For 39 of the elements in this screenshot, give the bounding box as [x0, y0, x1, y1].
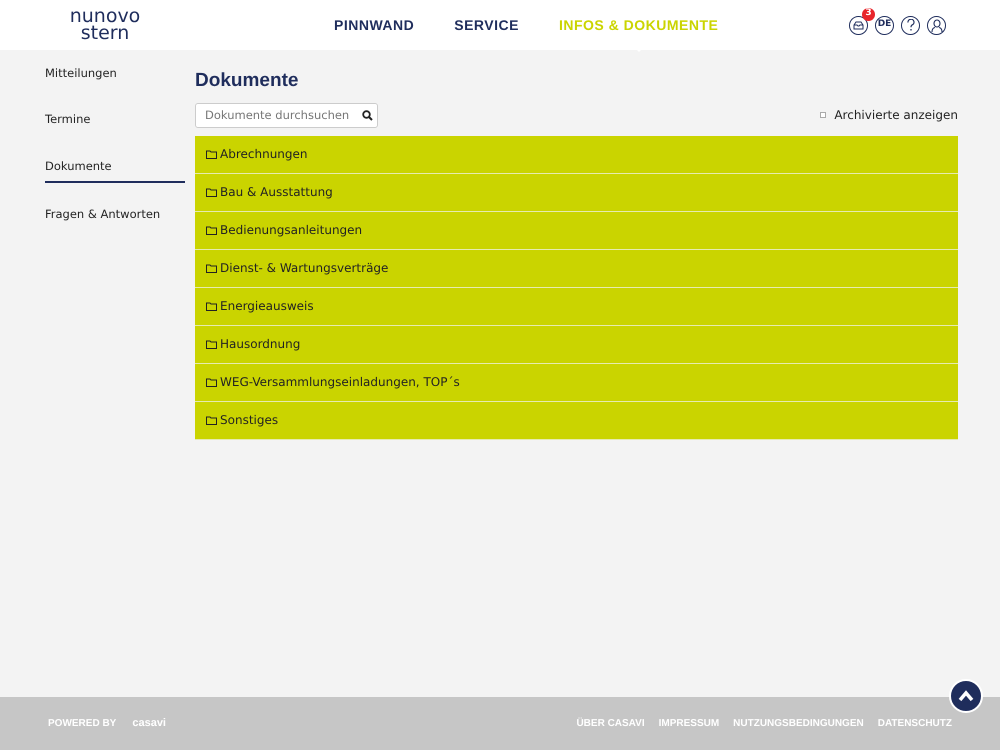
folder-icon — [206, 416, 217, 425]
powered-by-text: POWERED BY — [48, 717, 116, 731]
folder-icon — [206, 340, 217, 349]
sidebar-item[interactable]: Fragen & Antworten — [45, 206, 185, 229]
logo: nunovo stern — [68, 8, 142, 42]
language-button[interactable]: DE — [875, 16, 894, 34]
folder-row[interactable]: Hausordnung — [195, 326, 958, 364]
folder-icon — [206, 226, 217, 235]
folder-icon — [206, 302, 217, 311]
tray-icon — [853, 20, 864, 30]
folder-row[interactable]: WEG-Versammlungseinladungen, TOP´s — [195, 364, 958, 402]
sidebar-item[interactable]: Dokumente — [45, 158, 185, 183]
folder-row[interactable]: Abrechnungen — [195, 136, 958, 174]
question-mark-icon — [906, 19, 914, 31]
page-title: Dokumente — [195, 70, 300, 93]
folder-icon — [206, 378, 217, 387]
search-field[interactable]: Dokumente durchsuchen — [195, 102, 378, 128]
chevron-up-icon — [958, 690, 974, 702]
sidebar-item[interactable]: Mitteilungen — [45, 65, 185, 88]
folder-row[interactable]: Bedienungsanleitungen — [195, 212, 958, 250]
nav-link[interactable]: PINNWAND — [334, 0, 414, 52]
profile-button[interactable] — [927, 16, 946, 34]
folder-row[interactable]: Sonstiges — [195, 402, 958, 440]
folder-row[interactable]: Dienst- & Wartungsverträge — [195, 250, 958, 288]
sidebar-item[interactable]: Termine — [45, 111, 185, 134]
folder-icon — [206, 150, 217, 159]
user-icon — [930, 18, 942, 32]
checkbox-label: Archivierte anzeigen — [834, 107, 958, 124]
help-button[interactable] — [901, 16, 920, 34]
notification-badge: 3 — [862, 8, 875, 20]
folder-icon — [206, 264, 217, 273]
checkbox[interactable] — [820, 112, 826, 118]
folder-icon — [206, 188, 217, 197]
nav-link[interactable]: SERVICE — [454, 0, 519, 52]
brand-logo: casavi — [132, 716, 166, 732]
scroll-top-button[interactable] — [949, 679, 983, 713]
folder-row[interactable]: Energieausweis — [195, 288, 958, 326]
search-icon — [362, 110, 373, 121]
folder-row[interactable]: Bau & Ausstattung — [195, 174, 958, 212]
